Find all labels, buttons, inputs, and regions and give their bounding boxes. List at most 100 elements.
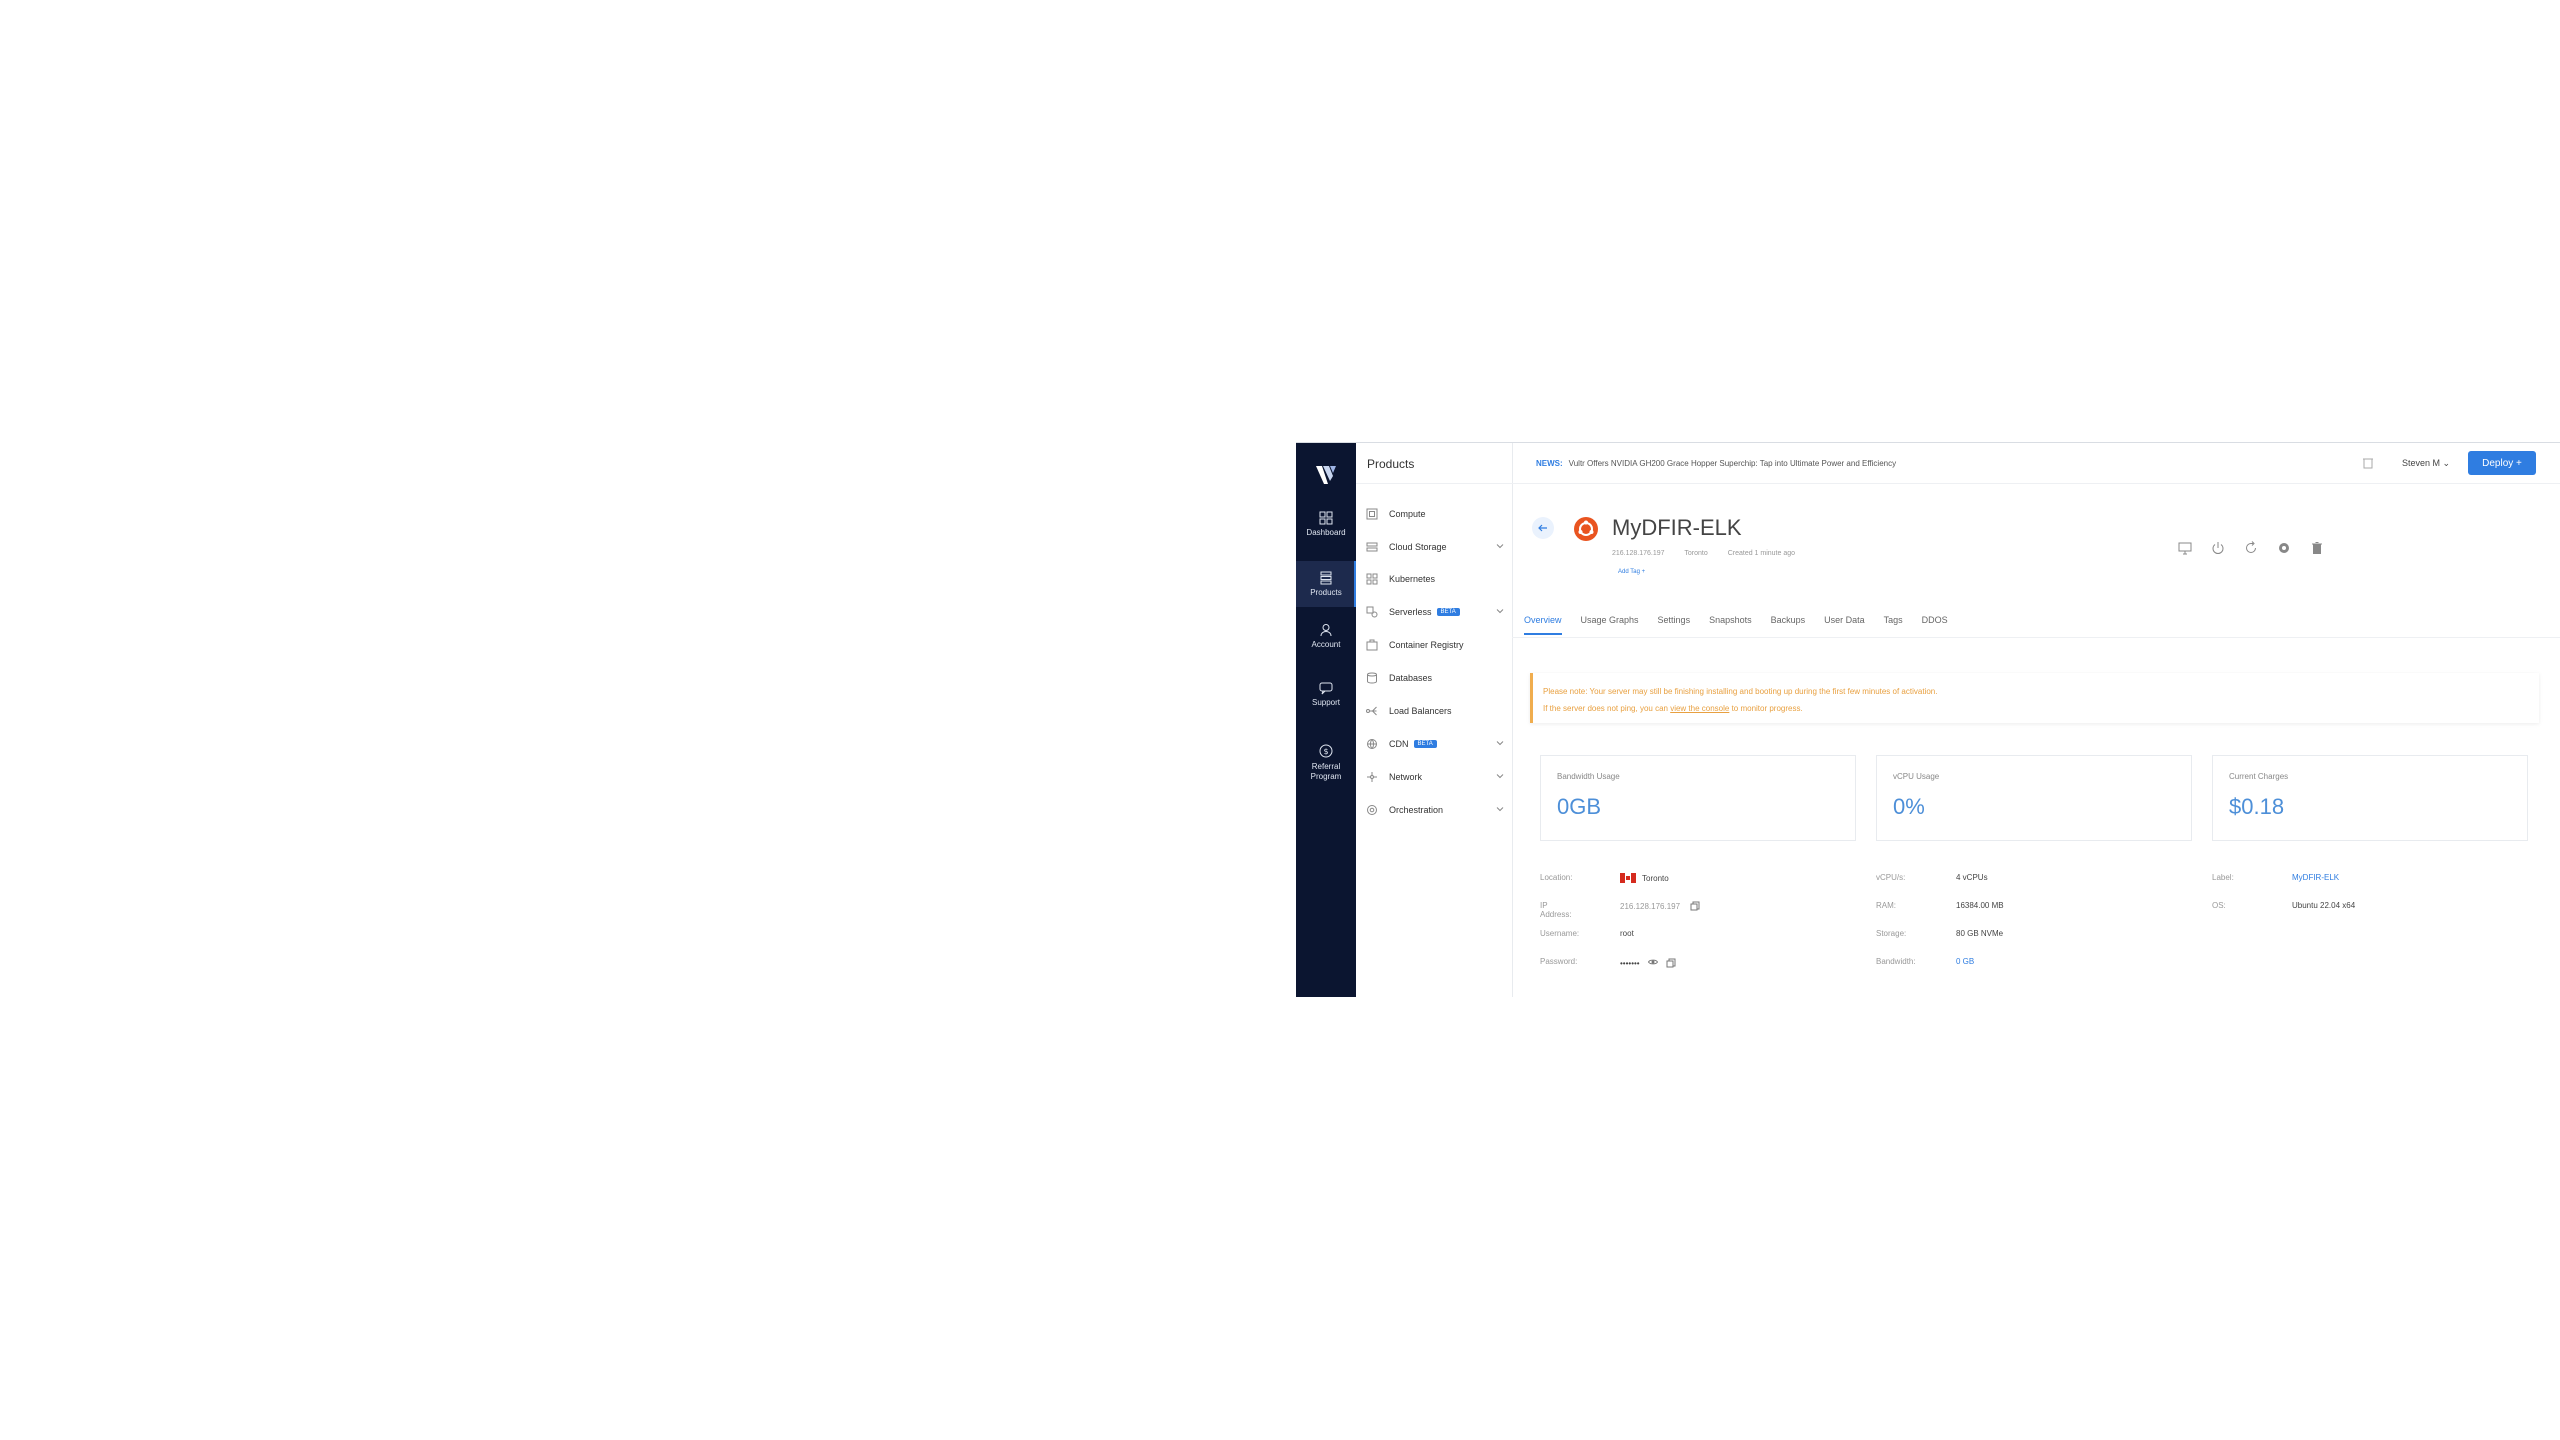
chevron-down-icon[interactable]	[1496, 607, 1504, 615]
info-key: Storage:	[1876, 929, 1907, 938]
rail-item-referral[interactable]: $ Referral Program	[1296, 743, 1356, 787]
product-item-load-balancers[interactable]: Load Balancers	[1366, 702, 1508, 720]
info-value: 80 GB NVMe	[1956, 929, 2004, 938]
card-label: vCPU Usage	[1893, 772, 1940, 781]
nav-rail: Dashboard Products Account Support $ Ref…	[1296, 443, 1356, 997]
server-tabs: Overview Usage Graphs Settings Snapshots…	[1524, 615, 1967, 635]
product-item-compute[interactable]: Compute	[1366, 505, 1508, 523]
info-value: 4 vCPUs	[1956, 873, 1988, 882]
current-charges-card: Current Charges $0.18	[2212, 755, 2528, 841]
news-ticker[interactable]: NEWS: Vultr Offers NVIDIA GH200 Grace Hop…	[1536, 459, 1896, 468]
card-label: Current Charges	[2229, 772, 2289, 781]
reinstall-icon[interactable]	[2277, 541, 2291, 555]
products-title: Products	[1367, 457, 1415, 471]
user-name: Steven M	[2402, 458, 2441, 468]
info-value[interactable]: 0 GB	[1956, 957, 1974, 966]
chevron-down-icon[interactable]	[1496, 805, 1504, 813]
product-item-container-registry[interactable]: Container Registry	[1366, 636, 1508, 654]
info-value: 16384.00 MB	[1956, 901, 2004, 910]
product-item-orchestration[interactable]: Orchestration	[1366, 801, 1508, 819]
product-item-network[interactable]: Network	[1366, 768, 1508, 786]
user-icon	[1320, 624, 1332, 637]
rail-label: Support	[1311, 698, 1341, 707]
card-value: 0%	[1893, 794, 1925, 819]
chevron-down-icon[interactable]	[1496, 772, 1504, 780]
info-value[interactable]: MyDFIR-ELK	[2292, 873, 2339, 882]
divider	[1512, 637, 2560, 638]
bandwidth-usage-card: Bandwidth Usage 0GB	[1540, 755, 1856, 841]
product-item-cloud-storage[interactable]: Cloud Storage	[1366, 538, 1508, 556]
rail-item-products[interactable]: Products	[1296, 561, 1356, 607]
tab-snapshots[interactable]: Snapshots	[1709, 615, 1752, 635]
product-label: Cloud Storage	[1389, 542, 1447, 552]
notification-icon[interactable]	[2362, 457, 2374, 469]
network-icon	[1367, 772, 1377, 782]
main-content: NEWS: Vultr Offers NVIDIA GH200 Grace Hop…	[1512, 443, 2560, 997]
back-button[interactable]	[1532, 517, 1554, 539]
rail-item-account[interactable]: Account	[1296, 623, 1356, 653]
restart-icon[interactable]	[2244, 541, 2258, 555]
user-menu[interactable]: Steven M ⌄	[2402, 458, 2450, 469]
tab-settings[interactable]: Settings	[1658, 615, 1691, 635]
rail-label: Products	[1310, 588, 1342, 597]
chevron-down-icon[interactable]	[1496, 739, 1504, 747]
product-label: Network	[1389, 772, 1423, 782]
product-item-serverless[interactable]: Serverless BETA	[1366, 603, 1508, 621]
deploy-button[interactable]: Deploy +	[2468, 451, 2536, 475]
info-value: root	[1620, 929, 1634, 938]
server-stack-icon	[1320, 571, 1332, 585]
tab-user-data[interactable]: User Data	[1824, 615, 1865, 635]
tab-ddos[interactable]: DDOS	[1922, 615, 1948, 635]
info-key: RAM:	[1876, 901, 1896, 910]
vcpu-usage-card: vCPU Usage 0%	[1876, 755, 2192, 841]
power-icon[interactable]	[2211, 541, 2225, 555]
rail-item-dashboard[interactable]: Dashboard	[1296, 511, 1356, 541]
info-key: vCPU/s:	[1876, 873, 1906, 882]
add-tag-link[interactable]: Add Tag +	[1618, 569, 1645, 575]
info-value: •••••••	[1620, 957, 1676, 968]
rail-label: Referral	[1311, 762, 1341, 771]
card-value: 0GB	[1557, 794, 1602, 819]
server-ip: 216.128.176.197	[1612, 550, 1665, 557]
rail-label-line2: Program	[1310, 772, 1342, 781]
info-value: Toronto	[1620, 873, 1669, 883]
beta-badge: BETA	[1436, 608, 1460, 616]
news-text[interactable]: Vultr Offers NVIDIA GH200 Grace Hopper S…	[1569, 459, 1896, 468]
container-registry-icon	[1366, 639, 1378, 651]
top-bar: NEWS: Vultr Offers NVIDIA GH200 Grace Hop…	[1512, 443, 2560, 484]
tab-usage-graphs[interactable]: Usage Graphs	[1581, 615, 1639, 635]
database-icon	[1367, 672, 1377, 684]
password-value: •••••••	[1620, 959, 1640, 968]
compute-icon	[1366, 508, 1378, 520]
product-label: CDN	[1389, 739, 1409, 749]
cloud-storage-icon	[1366, 542, 1378, 552]
dashboard-icon	[1319, 511, 1333, 525]
server-name: MyDFIR-ELK	[1612, 515, 1742, 540]
svg-text:$: $	[1323, 747, 1328, 756]
tab-tags[interactable]: Tags	[1884, 615, 1903, 635]
trash-icon[interactable]	[2310, 541, 2324, 555]
product-label: Serverless	[1389, 607, 1432, 617]
chat-icon	[1319, 682, 1333, 695]
product-item-databases[interactable]: Databases	[1366, 669, 1508, 687]
divider	[1356, 483, 1512, 484]
product-item-cdn[interactable]: CDN BETA	[1366, 735, 1508, 753]
vultr-app-window: Dashboard Products Account Support $ Ref…	[1296, 442, 2560, 997]
chevron-down-icon[interactable]	[1496, 542, 1504, 550]
card-label: Bandwidth Usage	[1557, 772, 1620, 781]
tab-backups[interactable]: Backups	[1771, 615, 1806, 635]
notice-line-1: Please note: Your server may still be fi…	[1543, 687, 1938, 696]
copy-icon[interactable]	[1690, 901, 1700, 911]
view-console-link[interactable]: view the console	[1670, 704, 1729, 713]
console-icon[interactable]	[2178, 541, 2192, 555]
eye-icon[interactable]	[1647, 957, 1658, 967]
rail-label: Dashboard	[1306, 528, 1346, 537]
tab-overview[interactable]: Overview	[1524, 615, 1562, 635]
product-item-kubernetes[interactable]: Kubernetes	[1366, 570, 1508, 588]
orchestration-icon	[1367, 805, 1377, 815]
rail-item-support[interactable]: Support	[1296, 681, 1356, 711]
vultr-logo-icon[interactable]	[1314, 463, 1338, 487]
info-key: OS:	[2212, 901, 2226, 910]
server-created: Created 1 minute ago	[1727, 550, 1796, 557]
copy-icon[interactable]	[1666, 958, 1676, 968]
